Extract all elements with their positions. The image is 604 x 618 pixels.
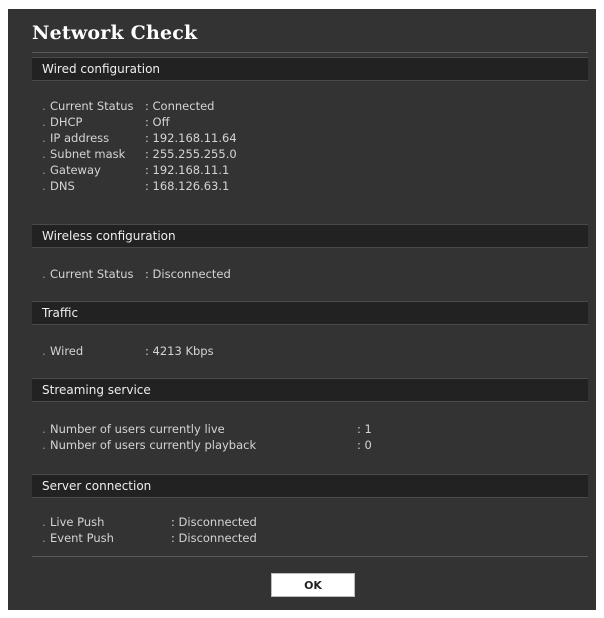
section-header-wireless: Wireless configuration [32, 224, 588, 248]
info-label: IP address [50, 131, 110, 145]
info-label: Event Push [50, 531, 114, 545]
section-header-server: Server connection [32, 474, 588, 498]
bullet: . [42, 438, 46, 452]
title-divider [32, 52, 588, 53]
bullet: . [42, 131, 46, 145]
section-header-traffic: Traffic [32, 301, 588, 325]
bullet: . [42, 344, 46, 358]
info-value: : Disconnected [171, 531, 257, 545]
dialog-title: Network Check [32, 22, 198, 44]
info-label: Number of users currently live [50, 422, 225, 436]
info-label: Live Push [50, 515, 105, 529]
section-header-streaming: Streaming service [32, 378, 588, 402]
info-value: : 192.168.11.1 [145, 163, 230, 177]
bullet: . [42, 515, 46, 529]
info-label: Current Status [50, 99, 134, 113]
bullet: . [42, 163, 46, 177]
bullet: . [42, 147, 46, 161]
info-label: Gateway [50, 163, 101, 177]
info-value: : 255.255.255.0 [145, 147, 237, 161]
info-value: : 1 [357, 422, 372, 436]
info-label: Subnet mask [50, 147, 126, 161]
info-value: : 168.126.63.1 [145, 179, 230, 193]
info-label: DHCP [50, 115, 83, 129]
info-label: Number of users currently playback [50, 438, 257, 452]
bullet: . [42, 531, 46, 545]
info-value: : Off [145, 115, 170, 129]
info-label: DNS [50, 179, 75, 193]
bullet: . [42, 422, 46, 436]
info-value: : Disconnected [145, 267, 231, 281]
info-value: : 192.168.11.64 [145, 131, 237, 145]
bullet: . [42, 267, 46, 281]
section-header-wired: Wired configuration [32, 57, 588, 81]
ok-button[interactable]: OK [271, 573, 355, 597]
info-value: : 4213 Kbps [145, 344, 214, 358]
info-label: Current Status [50, 267, 134, 281]
info-value: : Disconnected [171, 515, 257, 529]
info-value: : 0 [357, 438, 372, 452]
network-check-dialog: Network Check Wired configuration . Curr… [8, 9, 596, 610]
bullet: . [42, 179, 46, 193]
bullet: . [42, 99, 46, 113]
info-value: : Connected [145, 99, 215, 113]
info-label: Wired [50, 344, 84, 358]
bullet: . [42, 115, 46, 129]
footer-divider [32, 556, 588, 557]
